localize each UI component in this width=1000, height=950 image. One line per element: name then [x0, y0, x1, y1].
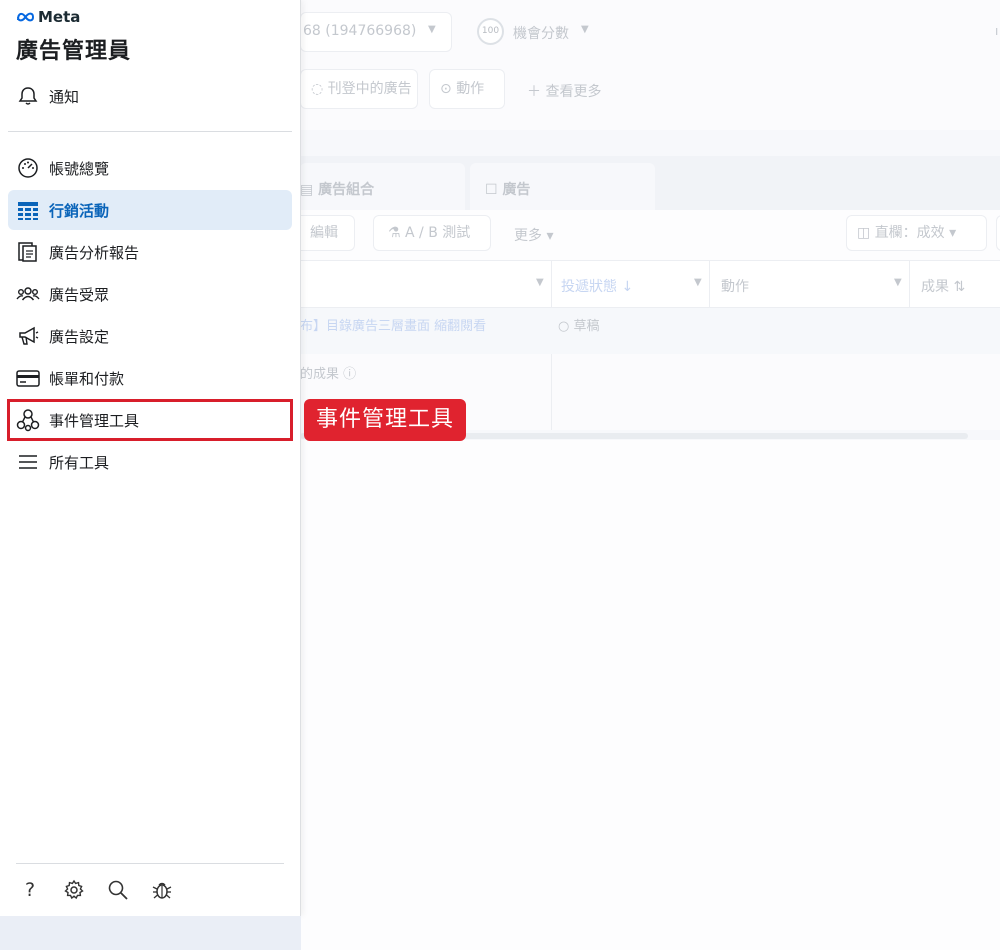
opportunity-score-ring[interactable]: 100 [477, 18, 504, 45]
sidebar-item-all-tools[interactable]: 所有工具 [8, 442, 292, 482]
chevron-down-icon: ▼ [581, 24, 589, 35]
tab-adsets-label: ▤ 廣告組合 [300, 182, 375, 198]
edit-button[interactable]: 編輯 [300, 215, 355, 251]
status-draft: ○ 草稿 [558, 319, 600, 334]
column-divider [551, 354, 552, 430]
results-note: 的成果 ⓘ [300, 367, 357, 382]
megaphone-icon [16, 324, 40, 348]
ab-test-label: A / B 測試 [405, 225, 471, 241]
edit-label: 編輯 [310, 225, 338, 241]
notifications-item[interactable]: 通知 [8, 76, 292, 116]
dashboard-gauge-icon [16, 156, 40, 180]
opportunity-score-label[interactable]: 機會分數 [513, 23, 569, 43]
col-delivery-header[interactable]: 投遞狀態 ↓ [561, 276, 633, 296]
meta-infinity-icon [16, 8, 35, 27]
search-icon[interactable] [106, 876, 130, 904]
sidebar-item-ads-reporting[interactable]: 廣告分析報告 [8, 232, 292, 272]
sidebar-item-label: 帳號總覽 [49, 159, 110, 178]
flask-icon: ⚗ [388, 225, 406, 241]
sidebar-item-label: 所有工具 [49, 453, 110, 472]
sidebar-item-account-overview[interactable]: 帳號總覽 [8, 148, 292, 188]
chevron-down-icon: ▼ [536, 277, 544, 288]
actions-button[interactable]: ⊙ 動作 [429, 69, 505, 109]
sidebar-item-audiences[interactable]: 廣告受眾 [8, 274, 292, 314]
sidebar-item-label: 廣告分析報告 [49, 243, 140, 262]
see-more-button[interactable]: ＋ 查看更多 [527, 81, 601, 101]
col-actions-header[interactable]: 動作 [721, 276, 749, 296]
chevron-down-icon: ▼ [894, 277, 902, 288]
event-nodes-icon [16, 408, 40, 432]
notifications-label: 通知 [49, 87, 80, 106]
columns-dropdown[interactable]: ◫ 直欄：成效 ▾ [846, 215, 987, 251]
chevron-down-icon: ▼ [694, 277, 702, 288]
footer-divider [16, 863, 284, 864]
live-ads-filter-button[interactable]: ◌ 刊登中的廣告 [300, 69, 418, 109]
report-pages-icon [16, 240, 40, 264]
sidebar-item-label: 帳單和付款 [49, 369, 125, 388]
sidebar-item-billing[interactable]: 帳單和付款 [8, 358, 292, 398]
truncated-button[interactable] [996, 215, 1000, 251]
account-id: 68 (194766968) [303, 23, 417, 39]
chevron-down-icon: ▼ [428, 24, 436, 35]
sidebar-item-events-manager[interactable]: 事件管理工具 [7, 399, 293, 441]
settings-gear-icon[interactable] [62, 876, 86, 904]
sidebar-item-label: 廣告受眾 [49, 285, 110, 304]
truncated-text: ı [995, 24, 999, 38]
column-divider [909, 260, 910, 308]
more-label: 更多 [514, 228, 542, 244]
live-ads-label: 刊登中的廣告 [327, 81, 412, 97]
columns-label: 直欄：成效 [874, 225, 945, 241]
tab-ads-label: ☐ 廣告 [485, 182, 531, 198]
sidebar-bottom-strip [0, 916, 301, 950]
bell-icon [16, 84, 40, 108]
brand-name: Meta [38, 8, 81, 26]
sidebar-item-campaigns[interactable]: 行銷活動 [8, 190, 292, 230]
sidebar-nav: 帳號總覽 行銷活動 廣告分析報告 廣告受眾 廣告設定 帳單和付款 事件管理工具 … [7, 148, 293, 484]
campaign-name-link[interactable]: 布】目錄廣告三層畫面 縮翻閱看 [300, 315, 486, 334]
table-grid-icon [16, 198, 40, 222]
sidebar-item-label: 事件管理工具 [49, 411, 140, 430]
upload-circle-icon: ⊙ [440, 81, 457, 97]
empty-area [300, 440, 1000, 950]
column-divider [709, 260, 710, 308]
sidebar: Meta 廣告管理員 通知 帳號總覽 行銷活動 廣告分析報告 廣告受眾 廣告設定… [0, 0, 301, 916]
columns-icon: ◫ [857, 225, 875, 241]
audience-people-icon [16, 282, 40, 306]
page-title: 廣告管理員 [16, 39, 132, 64]
ab-test-button[interactable]: ⚗ A / B 測試 [373, 215, 491, 251]
col-results-header[interactable]: 成果 ⇅ [921, 276, 965, 296]
sidebar-item-label: 行銷活動 [49, 201, 110, 220]
events-manager-callout: 事件管理工具 [304, 399, 467, 441]
sidebar-item-ad-settings[interactable]: 廣告設定 [8, 316, 292, 356]
divider [8, 131, 292, 132]
sidebar-item-label: 廣告設定 [49, 327, 110, 346]
sidebar-footer: ? [18, 876, 174, 904]
credit-card-icon [16, 366, 40, 390]
bug-report-icon[interactable] [150, 876, 174, 904]
eye-icon: ◌ [311, 81, 328, 97]
help-icon[interactable]: ? [18, 876, 42, 904]
see-more-label: 查看更多 [545, 84, 602, 100]
actions-label: 動作 [456, 81, 485, 97]
meta-logo[interactable]: Meta [16, 8, 80, 26]
more-dropdown[interactable]: 更多 ▾ [514, 225, 553, 245]
hamburger-menu-icon [16, 450, 40, 474]
